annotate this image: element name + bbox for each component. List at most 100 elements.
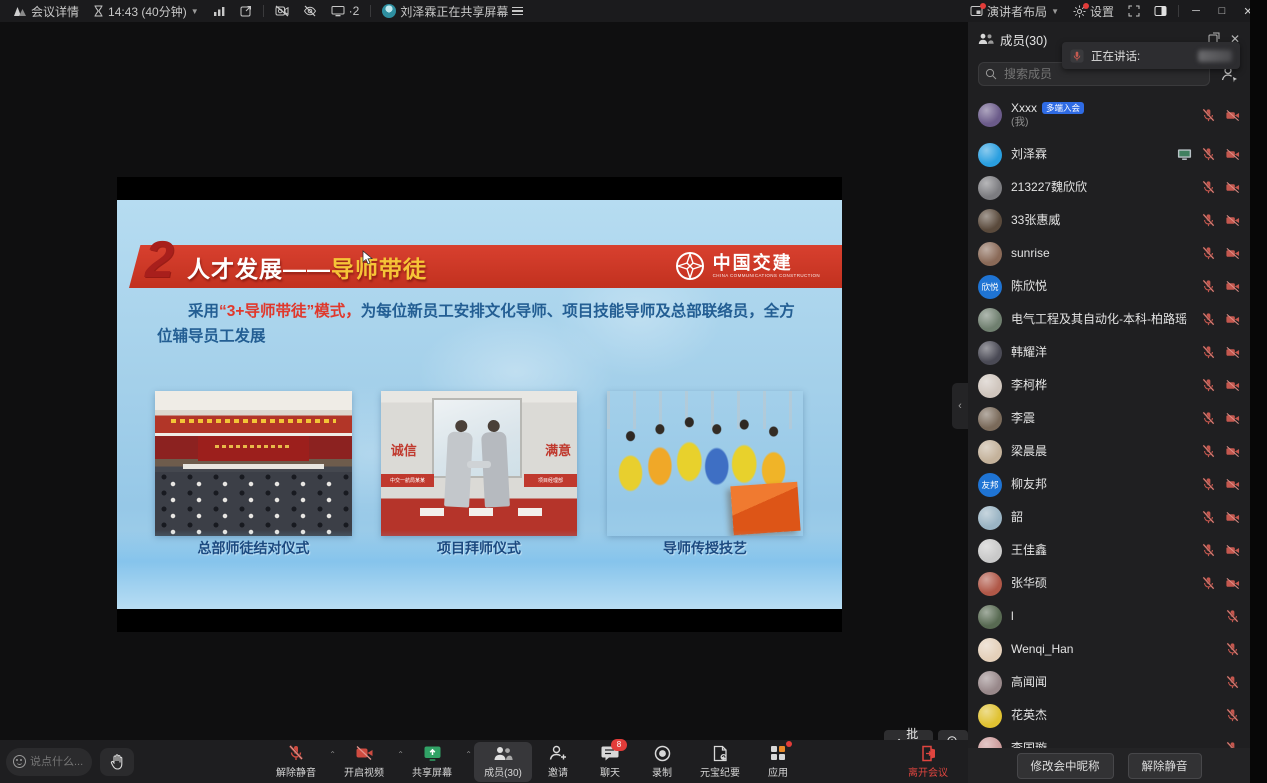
panel-collapse-handle[interactable]: ‹ <box>952 383 968 429</box>
layout-switcher[interactable]: 演讲者布局 ▼ <box>970 3 1059 20</box>
banner-strip-left: 中交一航局某某 <box>381 474 434 487</box>
member-row[interactable]: 友邦柳友邦 <box>968 468 1250 501</box>
share-screen-button[interactable]: 共享屏幕 ⌃ <box>398 742 466 782</box>
share-options-chevron[interactable]: ⌃ <box>465 750 472 759</box>
members-button[interactable]: 成员(30) <box>474 742 532 782</box>
member-row[interactable]: 张华硕 <box>968 567 1250 600</box>
start-video-button[interactable]: 开启视频 ⌃ <box>330 742 398 782</box>
connected-screens[interactable]: ·2 <box>331 4 360 18</box>
avatar <box>978 143 1002 167</box>
member-row[interactable]: 韩耀洋 <box>968 336 1250 369</box>
photo-skill-teaching <box>607 391 803 536</box>
emoji-icon <box>13 755 26 768</box>
avatar <box>978 737 1002 749</box>
member-name: 刘泽霖 <box>1011 147 1168 162</box>
network-quality[interactable] <box>213 6 226 17</box>
avatar <box>978 704 1002 728</box>
layout-icon <box>970 5 983 17</box>
pop-out-window[interactable] <box>240 5 252 17</box>
sharing-screen-icon <box>1177 147 1192 162</box>
logo-cn-text: 中国交建 <box>713 254 820 273</box>
notification-dot <box>1083 3 1089 9</box>
member-row[interactable]: 李国璇 <box>968 732 1250 748</box>
invite-button[interactable]: 邀请 <box>532 742 584 782</box>
member-name: 李柯桦 <box>1011 378 1192 393</box>
speaking-indicator-toast: 正在讲话: <box>1062 42 1240 69</box>
slide-page-number: 2 <box>145 234 174 286</box>
timer-text: 14:43 (40分钟) <box>108 3 187 20</box>
members-panel-title: 成员(30) <box>1000 30 1047 49</box>
bottom-toolbar: 解除静音 ⌃ 开启视频 ⌃ 共享屏幕 ⌃ 成员(30) 邀请 8 聊天 <box>0 740 968 783</box>
member-name: 张华硕 <box>1011 576 1192 591</box>
avatar <box>978 539 1002 563</box>
meeting-timer[interactable]: 14:43 (40分钟) ▼ <box>93 3 199 20</box>
record-button[interactable]: 录制 <box>636 742 688 782</box>
member-row[interactable]: 33张惠威 <box>968 204 1250 237</box>
avatar <box>978 671 1002 695</box>
rename-button[interactable]: 修改会中昵称 <box>1017 753 1114 779</box>
member-row[interactable]: 高闻闻 <box>968 666 1250 699</box>
unmute-button[interactable]: 解除静音 <box>1128 753 1202 779</box>
member-row[interactable]: 刘泽霖 <box>968 138 1250 171</box>
recording-disabled[interactable] <box>275 5 289 17</box>
quick-chat[interactable] <box>6 748 92 776</box>
meeting-details-label: 会议详情 <box>31 3 79 20</box>
camera-muted-icon <box>1225 378 1240 393</box>
member-row[interactable]: Xxxx多端入会(我) <box>968 92 1250 138</box>
fullscreen-button[interactable] <box>1128 5 1140 17</box>
slide-title-banner: 人才发展——导师带徒 中国交建 CHINA COMMUNICATIONS CON… <box>129 245 842 288</box>
member-row[interactable]: 花英杰 <box>968 699 1250 732</box>
settings-button[interactable]: 设置 <box>1073 3 1114 20</box>
unmute-mic-button[interactable]: 解除静音 ⌃ <box>262 742 330 782</box>
mic-muted-icon <box>1201 510 1216 525</box>
leave-meeting-button[interactable]: 离开会议 <box>904 742 952 782</box>
hamburger-menu-icon[interactable] <box>512 5 523 17</box>
cccc-logo: 中国交建 CHINA COMMUNICATIONS CONSTRUCTION <box>674 250 820 282</box>
member-status-icons <box>1201 576 1240 591</box>
member-row[interactable]: 欣悦陈欣悦 <box>968 270 1250 303</box>
invite-icon <box>549 745 567 761</box>
raise-hand-button[interactable] <box>100 748 134 776</box>
app-menu[interactable]: 会议详情 <box>13 3 79 20</box>
member-row[interactable]: 李震 <box>968 402 1250 435</box>
slide-title: 人才发展——导师带徒 <box>187 250 427 284</box>
member-name: 韩耀洋 <box>1011 345 1192 360</box>
mic-muted-icon <box>1225 741 1240 748</box>
camera-muted-icon <box>1225 108 1240 123</box>
chat-unread-badge: 8 <box>611 739 627 751</box>
member-name: Wenqi_Han <box>1011 642 1216 657</box>
member-row[interactable]: 李柯桦 <box>968 369 1250 402</box>
minimize-button[interactable]: ─ <box>1183 0 1209 22</box>
avatar <box>978 572 1002 596</box>
banner-word-right: 满意 <box>545 440 571 459</box>
avatar <box>978 638 1002 662</box>
side-panel-toggle[interactable] <box>1154 5 1167 17</box>
member-row[interactable]: 梁晨晨 <box>968 435 1250 468</box>
sharing-status-pill[interactable]: 刘泽霖正在共享屏幕 <box>382 3 523 20</box>
mic-muted-icon <box>1201 246 1216 261</box>
member-status-icons <box>1177 147 1240 162</box>
member-status-icons <box>1201 477 1240 492</box>
maximize-button[interactable]: □ <box>1209 0 1235 22</box>
member-row[interactable]: 213227魏欣欣 <box>968 171 1250 204</box>
camera-muted-icon <box>1225 180 1240 195</box>
member-row[interactable]: 电气工程及其自动化-本科-柏路瑶 <box>968 303 1250 336</box>
member-status-icons <box>1201 444 1240 459</box>
chevron-down-icon: ▼ <box>191 7 199 16</box>
privacy-mode[interactable] <box>303 5 317 17</box>
member-row[interactable]: 王佳鑫 <box>968 534 1250 567</box>
member-row[interactable]: l <box>968 600 1250 633</box>
member-status-icons <box>1225 609 1240 624</box>
member-row[interactable]: 韶 <box>968 501 1250 534</box>
member-sub-label: (我) <box>1011 116 1192 129</box>
sharing-status-text: 刘泽霖正在共享屏幕 <box>400 3 508 20</box>
banner-strip-right: 项目经理部 <box>524 474 577 487</box>
ai-minutes-button[interactable]: 元宝纪要 <box>688 742 752 782</box>
chat-button[interactable]: 8 聊天 <box>584 742 636 782</box>
member-row[interactable]: sunrise <box>968 237 1250 270</box>
layout-label: 演讲者布局 <box>987 3 1047 20</box>
member-row[interactable]: Wenqi_Han <box>968 633 1250 666</box>
apps-button[interactable]: 应用 <box>752 742 804 782</box>
mic-muted-icon <box>1201 543 1216 558</box>
mic-muted-icon <box>1201 378 1216 393</box>
